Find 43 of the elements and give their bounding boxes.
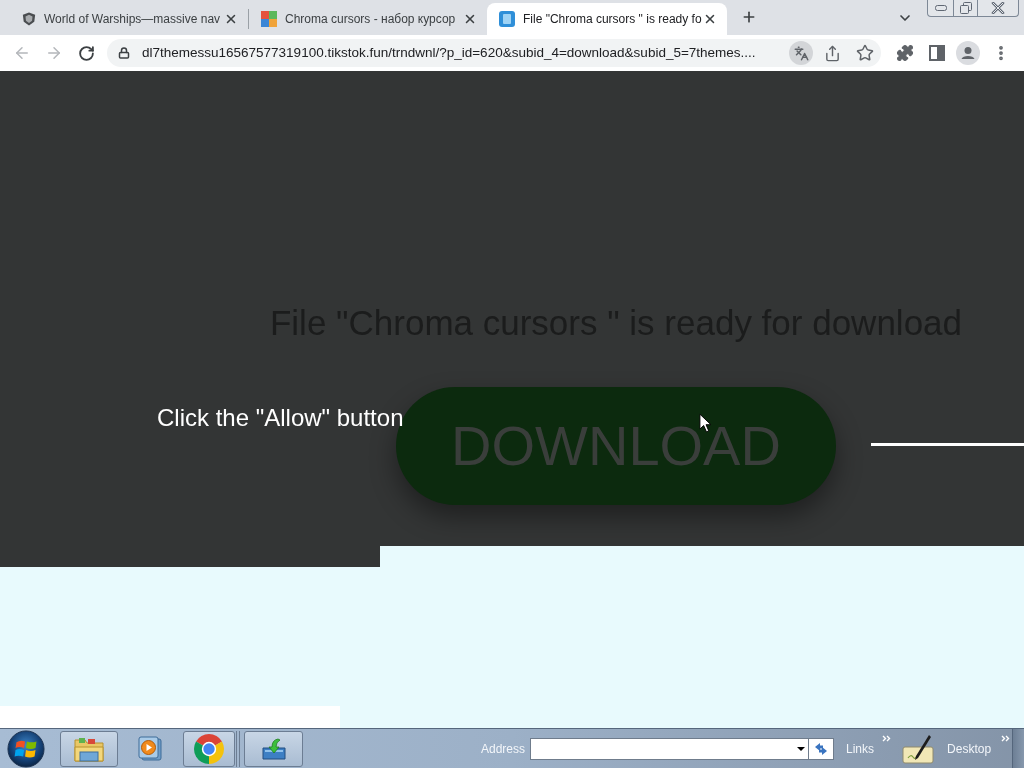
- translate-button[interactable]: [789, 41, 813, 65]
- side-panel-icon[interactable]: [929, 45, 945, 61]
- close-button[interactable]: [978, 0, 1019, 17]
- minimize-button[interactable]: [927, 0, 954, 17]
- restore-icon: [959, 2, 972, 14]
- close-icon: [991, 2, 1005, 14]
- minimize-icon: [934, 5, 947, 11]
- go-button[interactable]: [809, 737, 835, 760]
- taskbar-button[interactable]: [60, 730, 118, 767]
- browser-tab[interactable]: Chroma cursors - набор курсор: [249, 3, 487, 35]
- close-icon[interactable]: [224, 12, 238, 26]
- url-text: dl7themessu16567577319100.tikstok.fun/trndwnl/?p_id=620&subid_4=download&subid_5=7themes....: [142, 44, 756, 62]
- tile-icon: [261, 11, 277, 27]
- caret-icon: [797, 746, 806, 751]
- chevrons-icon[interactable]: [882, 735, 892, 742]
- taskbar-button[interactable]: [244, 730, 303, 767]
- chrome-logo-icon: [194, 733, 224, 764]
- close-icon[interactable]: [463, 12, 477, 26]
- start-orb-icon[interactable]: [7, 729, 45, 768]
- bookmark-star-icon[interactable]: [856, 44, 874, 62]
- pen-tablet-icon[interactable]: [902, 733, 935, 764]
- taskbar-button[interactable]: [183, 730, 235, 767]
- restore-button[interactable]: [954, 0, 978, 17]
- browser-tab[interactable]: World of Warships—massive nav: [10, 3, 248, 35]
- reload-icon[interactable]: [78, 44, 95, 62]
- new-tab-icon[interactable]: [741, 9, 757, 25]
- media-player-icon[interactable]: [137, 735, 163, 762]
- arrows-icon: [814, 741, 829, 756]
- translate-icon: [793, 45, 809, 61]
- close-icon[interactable]: [703, 12, 717, 26]
- page-icon: [499, 11, 515, 27]
- chevrons-icon[interactable]: [1001, 735, 1011, 742]
- shield-icon: [22, 11, 36, 27]
- browser-tab[interactable]: File "Chroma cursors " is ready fo: [487, 3, 727, 35]
- address-bar[interactable]: dl7themessu16567577319100.tikstok.fun/trndwnl/?p_id=620&subid_4=download&subid_5=7themes....: [107, 39, 881, 67]
- share-icon[interactable]: [824, 44, 841, 62]
- install-icon: [261, 737, 286, 760]
- extensions-icon[interactable]: [896, 44, 914, 62]
- address-field[interactable]: [530, 737, 810, 760]
- profile-icon[interactable]: [956, 41, 980, 65]
- address-label: Address: [481, 740, 526, 757]
- folder-icon: [74, 735, 104, 762]
- lock-icon: [118, 47, 130, 59]
